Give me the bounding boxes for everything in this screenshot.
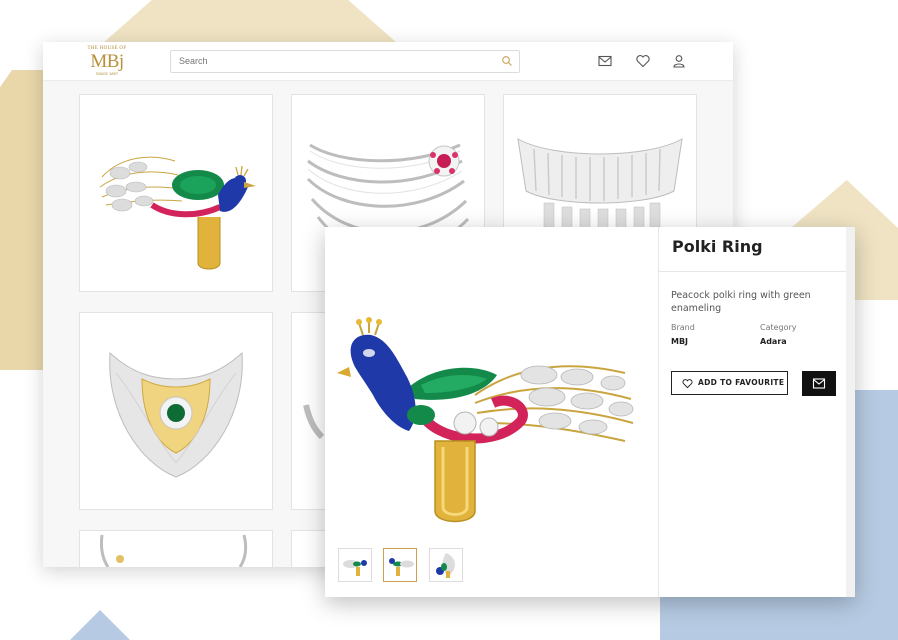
diamond-necklace-small-image [100, 534, 248, 567]
search-input[interactable] [179, 53, 489, 69]
add-to-favourite-label: ADD TO FAVOURITE [698, 378, 785, 387]
decor-blue-left-shape [70, 610, 130, 640]
heart-icon[interactable] [635, 53, 651, 69]
logo-since: SINCE 1897 [95, 71, 119, 76]
product-card-emerald-gold-necklace[interactable] [79, 312, 273, 510]
heart-icon [682, 379, 693, 389]
header-bar: THE HOUSE OF MBj SINCE 1897 [43, 42, 733, 81]
search-box [170, 50, 520, 73]
brand-label: Brand [671, 323, 695, 332]
thumbnail-peacock-top-image [436, 553, 455, 578]
thumbnail-peacock-main[interactable] [383, 548, 417, 582]
thumbnail-peacock-top[interactable] [429, 548, 463, 582]
peacock-ring-image [99, 156, 256, 270]
product-detail-modal: Polki Ring Peacock polki ring with green… [325, 227, 855, 597]
thumbnail-peacock-main-image [389, 558, 414, 576]
thumbnail-peacock-side-image [343, 560, 367, 576]
peacock-ring-large-image [337, 317, 634, 523]
product-card-diamond-necklace-small[interactable] [79, 530, 273, 567]
mbj-logo[interactable]: THE HOUSE OF MBj SINCE 1897 [81, 46, 133, 76]
enquire-mail-button[interactable] [802, 371, 836, 396]
thumbnail-peacock-side[interactable] [338, 548, 372, 582]
category-label: Category [760, 323, 797, 332]
logo-wordmark: MBj [90, 51, 124, 72]
user-icon[interactable] [671, 53, 687, 69]
category-value: Adara [760, 337, 787, 346]
mail-icon [812, 378, 826, 389]
product-card-peacock-ring[interactable] [79, 94, 273, 292]
brand-value: MBJ [671, 337, 689, 346]
emerald-gold-necklace-image [109, 351, 243, 478]
search-icon[interactable] [501, 55, 513, 67]
mail-icon[interactable] [597, 53, 613, 69]
add-to-favourite-button[interactable]: ADD TO FAVOURITE [671, 371, 788, 395]
product-title: Polki Ring [672, 237, 763, 256]
modal-divider [658, 227, 659, 597]
modal-scrollbar[interactable] [846, 227, 855, 597]
title-divider [659, 271, 846, 272]
product-description: Peacock polki ring with green enameling [671, 290, 811, 314]
